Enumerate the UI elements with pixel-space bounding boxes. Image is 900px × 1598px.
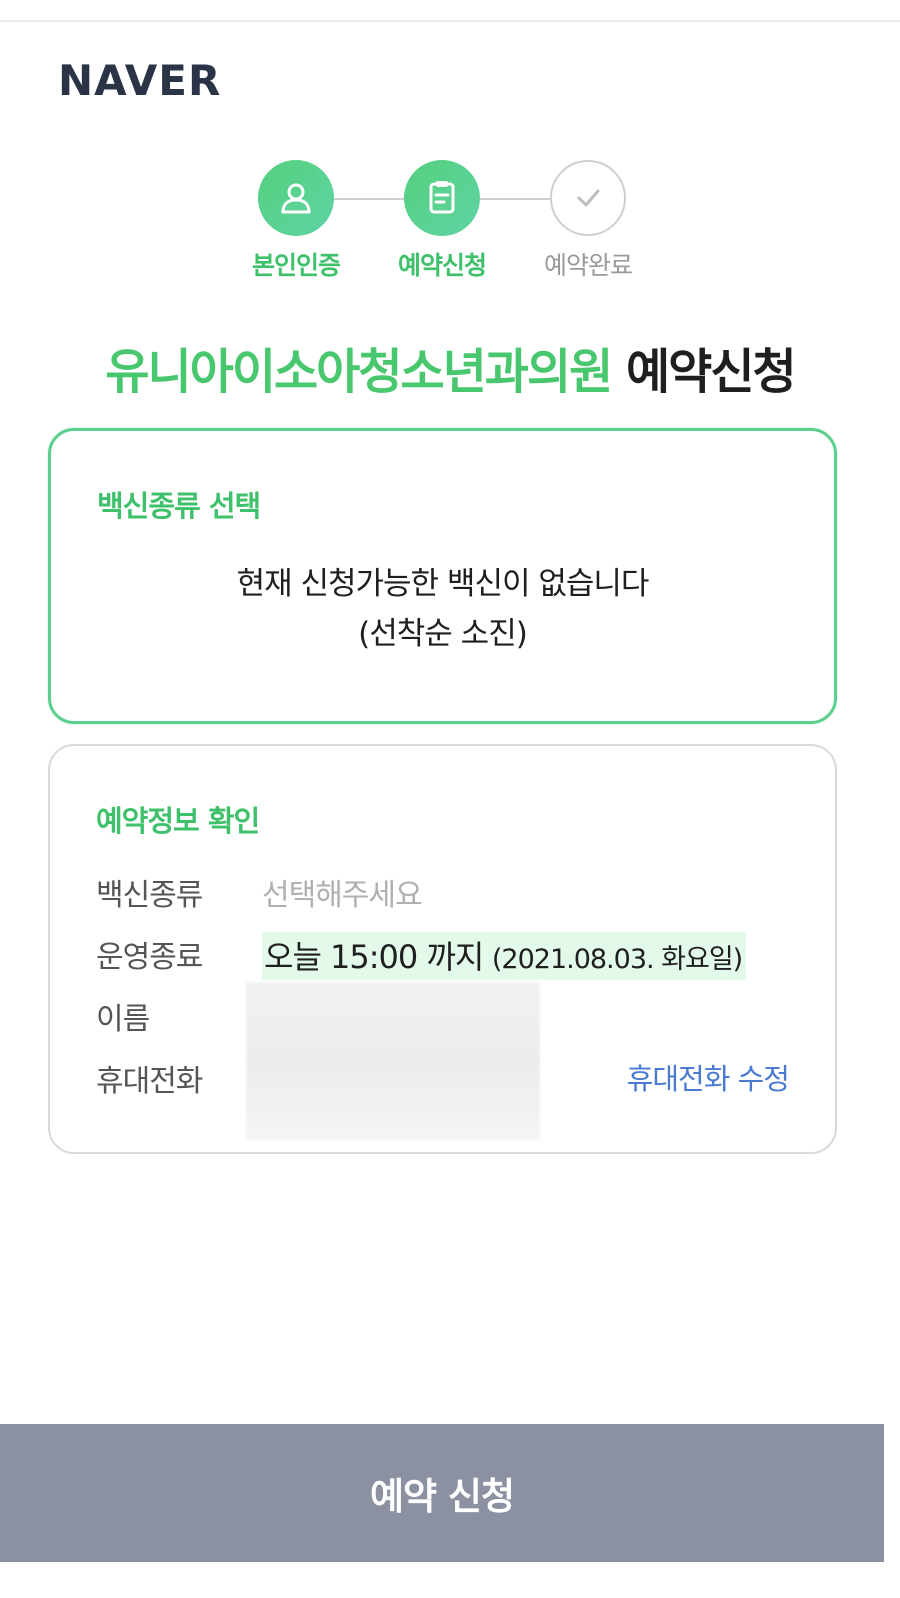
step-label: 예약신청 [397, 251, 487, 280]
clinic-name: 유니아이소아청소년과의원 [105, 344, 613, 400]
page: NAVER 본인인증 예약신청 예약완료 유니아이소아청소년과의원 예약신청 백… [0, 0, 900, 1598]
no-vaccine-line1: 현재 신청가능한 백신이 없습니다 [236, 566, 650, 602]
name-label: 이름 [96, 1002, 150, 1037]
info-section-title: 예약정보 확인 [96, 804, 260, 838]
vaccine-section-title: 백신종류 선택 [97, 489, 261, 523]
reservation-info-card: 예약정보 확인 백신종류 선택해주세요 운영종료 오늘 15:00 까지 (20… [48, 744, 837, 1154]
naver-logo[interactable]: NAVER [58, 56, 221, 105]
step-label: 본인인증 [251, 251, 341, 280]
top-divider [0, 20, 900, 22]
redacted-personal-info [246, 982, 540, 1140]
clipboard-icon [429, 181, 455, 214]
page-title: 유니아이소아청소년과의원 예약신청 [0, 332, 900, 402]
step-identity-verification: 본인인증 [236, 160, 356, 282]
vaccine-selection-card: 백신종류 선택 현재 신청가능한 백신이 없습니다 (선착순 소진) [48, 428, 837, 724]
step-circle [404, 160, 480, 236]
step-circle [258, 160, 334, 236]
no-vaccine-line2: (선착순 소진) [358, 616, 528, 652]
vaccine-type-row: 백신종류 선택해주세요 [96, 870, 796, 920]
progress-steps: 본인인증 예약신청 예약완료 [0, 160, 900, 290]
step-label: 예약완료 [543, 251, 633, 280]
step-reservation-request: 예약신청 [382, 160, 502, 282]
check-icon [577, 189, 600, 207]
no-vaccine-message: 현재 신청가능한 백신이 없습니다 (선착순 소진) [51, 559, 834, 659]
vaccine-type-label: 백신종류 [96, 878, 203, 913]
vaccine-type-value: 선택해주세요 [262, 878, 423, 913]
closing-time-date: (2021.08.03. 화요일) [491, 944, 743, 975]
phone-label: 휴대전화 [96, 1064, 203, 1099]
step-reservation-complete: 예약완료 [528, 160, 648, 282]
edit-phone-link[interactable]: 휴대전화 수정 [627, 1056, 790, 1098]
user-icon [281, 183, 311, 214]
closing-time-row: 운영종료 오늘 15:00 까지 (2021.08.03. 화요일) [96, 932, 796, 982]
closing-time-today: 오늘 15:00 까지 [264, 938, 484, 976]
closing-time-value: 오늘 15:00 까지 (2021.08.03. 화요일) [262, 932, 747, 980]
submit-reservation-button[interactable]: 예약 신청 [0, 1424, 884, 1562]
step-circle [550, 160, 626, 236]
closing-time-label: 운영종료 [96, 940, 203, 975]
title-action: 예약신청 [626, 344, 797, 400]
